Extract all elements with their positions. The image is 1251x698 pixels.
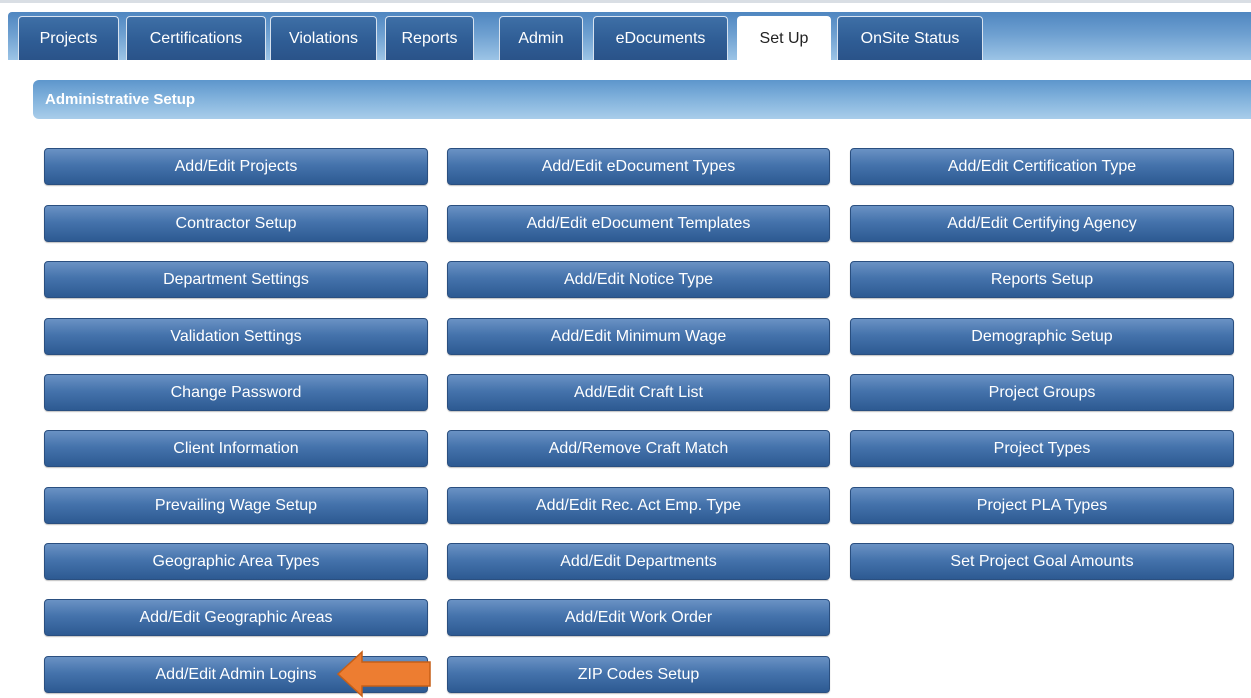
tab-reports[interactable]: Reports — [385, 16, 474, 60]
tab-violations[interactable]: Violations — [270, 16, 377, 60]
tab-edocuments[interactable]: eDocuments — [593, 16, 728, 60]
add-edit-geographic-areas-button[interactable]: Add/Edit Geographic Areas — [44, 599, 428, 636]
add-edit-edocument-types-button[interactable]: Add/Edit eDocument Types — [447, 148, 830, 185]
tab-onsite-status[interactable]: OnSite Status — [837, 16, 983, 60]
tab-projects[interactable]: Projects — [18, 16, 119, 60]
change-password-button[interactable]: Change Password — [44, 374, 428, 411]
arrow-left-icon — [336, 650, 431, 698]
top-border — [0, 0, 1251, 3]
demographic-setup-button[interactable]: Demographic Setup — [850, 318, 1234, 355]
panel-header: Administrative Setup — [33, 80, 1251, 119]
tab-certifications[interactable]: Certifications — [126, 16, 266, 60]
add-remove-craft-match-button[interactable]: Add/Remove Craft Match — [447, 430, 830, 467]
project-pla-types-button[interactable]: Project PLA Types — [850, 487, 1234, 524]
contractor-setup-button[interactable]: Contractor Setup — [44, 205, 428, 242]
department-settings-button[interactable]: Department Settings — [44, 261, 428, 298]
tab-admin[interactable]: Admin — [499, 16, 583, 60]
geographic-area-types-button[interactable]: Geographic Area Types — [44, 543, 428, 580]
add-edit-rec-act-emp-type-button[interactable]: Add/Edit Rec. Act Emp. Type — [447, 487, 830, 524]
zip-codes-setup-button[interactable]: ZIP Codes Setup — [447, 656, 830, 693]
reports-setup-button[interactable]: Reports Setup — [850, 261, 1234, 298]
add-edit-craft-list-button[interactable]: Add/Edit Craft List — [447, 374, 830, 411]
project-types-button[interactable]: Project Types — [850, 430, 1234, 467]
add-edit-edocument-templates-button[interactable]: Add/Edit eDocument Templates — [447, 205, 830, 242]
client-information-button[interactable]: Client Information — [44, 430, 428, 467]
add-edit-notice-type-button[interactable]: Add/Edit Notice Type — [447, 261, 830, 298]
set-project-goal-amounts-button[interactable]: Set Project Goal Amounts — [850, 543, 1234, 580]
add-edit-certification-type-button[interactable]: Add/Edit Certification Type — [850, 148, 1234, 185]
add-edit-certifying-agency-button[interactable]: Add/Edit Certifying Agency — [850, 205, 1234, 242]
tab-set-up[interactable]: Set Up — [737, 16, 831, 60]
add-edit-minimum-wage-button[interactable]: Add/Edit Minimum Wage — [447, 318, 830, 355]
add-edit-work-order-button[interactable]: Add/Edit Work Order — [447, 599, 830, 636]
tab-bar: Projects Certifications Violations Repor… — [8, 12, 1251, 60]
prevailing-wage-setup-button[interactable]: Prevailing Wage Setup — [44, 487, 428, 524]
add-edit-departments-button[interactable]: Add/Edit Departments — [447, 543, 830, 580]
add-edit-projects-button[interactable]: Add/Edit Projects — [44, 148, 428, 185]
project-groups-button[interactable]: Project Groups — [850, 374, 1234, 411]
validation-settings-button[interactable]: Validation Settings — [44, 318, 428, 355]
panel-title: Administrative Setup — [45, 91, 196, 108]
